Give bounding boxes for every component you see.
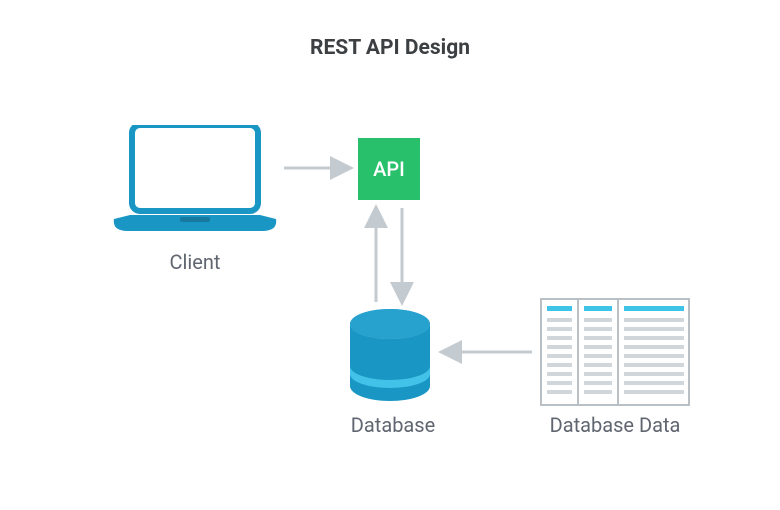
diagram-canvas: REST API Design Client API Database xyxy=(0,0,780,510)
arrows-layer xyxy=(0,0,780,510)
